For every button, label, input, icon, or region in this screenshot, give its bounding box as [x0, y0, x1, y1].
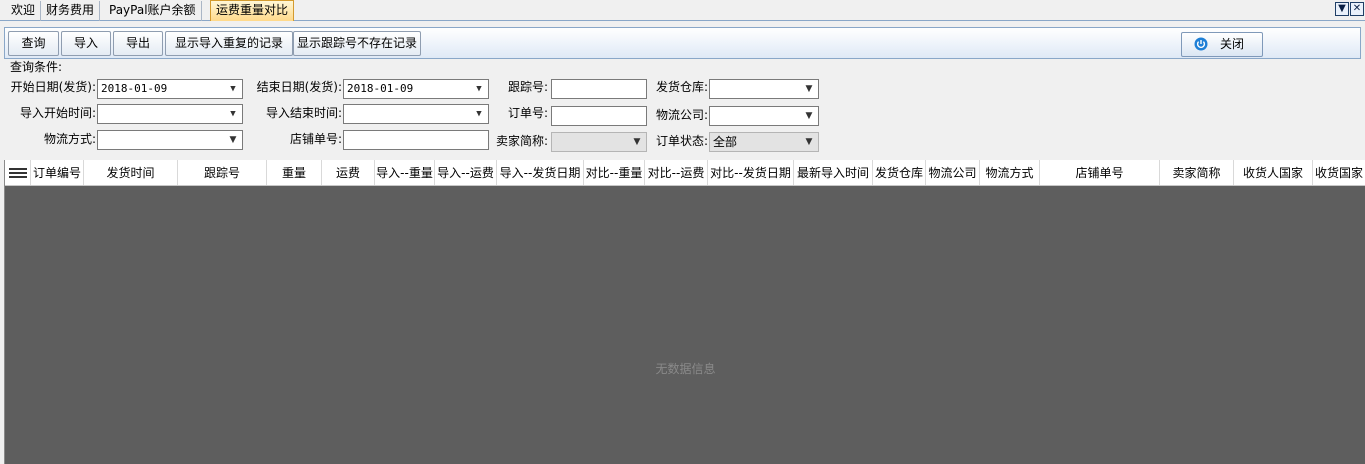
warehouse-select[interactable]: ▼	[709, 79, 819, 99]
column-header-weight[interactable]: 重量	[267, 160, 322, 185]
logistics-company-select[interactable]: ▼	[709, 106, 819, 126]
end-date-label: 结束日期(发货):	[256, 80, 342, 94]
query-conditions-legend: 查询条件:	[10, 60, 63, 74]
chevron-down-icon[interactable]: ▼	[802, 107, 816, 125]
end-date-value: 2018-01-09	[347, 82, 414, 95]
chevron-down-icon[interactable]: ▼	[802, 133, 816, 151]
column-header-logistics-company[interactable]: 物流公司	[926, 160, 980, 185]
column-header-compare-freight[interactable]: 对比--运费	[645, 160, 708, 185]
tab-list-dropdown-icon[interactable]: ▼	[1335, 2, 1349, 16]
column-header-compare-ship-date[interactable]: 对比--发货日期	[708, 160, 794, 185]
start-date-value: 2018-01-09	[101, 82, 168, 95]
start-date-picker[interactable]: 2018-01-09 ▼	[97, 79, 243, 99]
chevron-down-icon[interactable]: ▼	[226, 131, 240, 149]
empty-grid-message: 无数据信息	[655, 362, 716, 376]
column-header-logistics-method[interactable]: 物流方式	[980, 160, 1040, 185]
column-header-freight[interactable]: 运费	[322, 160, 375, 185]
show-duplicate-records-button[interactable]: 显示导入重复的记录	[165, 31, 293, 56]
column-header-warehouse[interactable]: 发货仓库	[873, 160, 926, 185]
store-order-number-label: 店铺单号:	[289, 132, 342, 146]
tab-paypal-balance[interactable]: PayPal账户余额	[104, 1, 202, 21]
order-number-label: 订单号:	[507, 106, 548, 120]
order-status-value: 全部	[713, 135, 738, 149]
import-start-time-picker[interactable]: - - : : ▼	[97, 104, 243, 124]
chevron-down-icon[interactable]: ▼	[226, 80, 240, 98]
close-tab-icon[interactable]: ✕	[1350, 2, 1364, 16]
seller-short-name-select: ▼	[551, 132, 647, 152]
export-button[interactable]: 导出	[113, 31, 163, 56]
close-button-label: 关闭	[1220, 37, 1245, 51]
column-header-ship-time[interactable]: 发货时间	[84, 160, 178, 185]
order-status-label: 订单状态:	[655, 134, 708, 148]
chevron-down-icon[interactable]: ▼	[472, 80, 486, 98]
grid-header: 订单编号 发货时间 跟踪号 重量 运费 导入--重量 导入--运费 导入--发货…	[5, 160, 1365, 186]
warehouse-label: 发货仓库:	[655, 80, 708, 94]
import-button[interactable]: 导入	[61, 31, 111, 56]
tab-freight-weight-compare[interactable]: 运费重量对比	[210, 0, 295, 21]
start-date-label: 开始日期(发货):	[10, 80, 96, 94]
logistics-method-label: 物流方式:	[43, 132, 96, 146]
import-end-time-picker[interactable]: - - : : ▼	[343, 104, 489, 124]
seller-short-name-label: 卖家简称:	[495, 134, 548, 148]
order-status-select[interactable]: 全部 ▼	[709, 132, 819, 152]
import-start-time-label: 导入开始时间:	[19, 106, 96, 120]
column-header-recipient-country[interactable]: 收货人国家	[1234, 160, 1313, 185]
column-header-store-order-number[interactable]: 店铺单号	[1040, 160, 1160, 185]
column-header-tracking-number[interactable]: 跟踪号	[178, 160, 267, 185]
data-grid: 订单编号 发货时间 跟踪号 重量 运费 导入--重量 导入--运费 导入--发货…	[4, 160, 1365, 464]
tab-strip: 欢迎 财务费用 PayPal账户余额 运费重量对比 ▼ ✕	[0, 0, 1365, 21]
power-icon	[1194, 37, 1208, 51]
chevron-down-icon[interactable]: ▼	[802, 80, 816, 98]
import-end-time-label: 导入结束时间:	[265, 106, 342, 120]
column-header-import-weight[interactable]: 导入--重量	[375, 160, 435, 185]
column-header-seller-short-name[interactable]: 卖家简称	[1160, 160, 1234, 185]
end-date-picker[interactable]: 2018-01-09 ▼	[343, 79, 489, 99]
column-header-import-freight[interactable]: 导入--运费	[435, 160, 497, 185]
column-header-destination-country[interactable]: 收货国家	[1313, 160, 1365, 185]
tab-finance-expenses[interactable]: 财务费用	[41, 1, 101, 21]
chevron-down-icon[interactable]: ▼	[226, 105, 240, 123]
column-header-order-id[interactable]: 订单编号	[31, 160, 84, 185]
order-number-input[interactable]	[551, 106, 647, 126]
chevron-down-icon: ▼	[633, 137, 641, 147]
logistics-company-label: 物流公司:	[655, 108, 708, 122]
tracking-number-input[interactable]	[551, 79, 647, 99]
tab-welcome[interactable]: 欢迎	[6, 1, 42, 21]
show-missing-tracking-button[interactable]: 显示跟踪号不存在记录	[293, 31, 421, 56]
logistics-method-select[interactable]: ▼	[97, 130, 243, 150]
store-order-number-input[interactable]	[343, 130, 489, 150]
chevron-down-icon[interactable]: ▼	[472, 105, 486, 123]
column-header-import-ship-date[interactable]: 导入--发货日期	[497, 160, 584, 185]
menu-icon[interactable]	[9, 168, 27, 178]
column-header-compare-weight[interactable]: 对比--重量	[584, 160, 645, 185]
column-chooser[interactable]	[5, 160, 31, 185]
column-header-latest-import-time[interactable]: 最新导入时间	[794, 160, 873, 185]
tracking-number-label: 跟踪号:	[507, 80, 548, 94]
toolbar: 查询 导入 导出 显示导入重复的记录 显示跟踪号不存在记录 关闭	[4, 27, 1361, 59]
query-button[interactable]: 查询	[8, 31, 59, 56]
